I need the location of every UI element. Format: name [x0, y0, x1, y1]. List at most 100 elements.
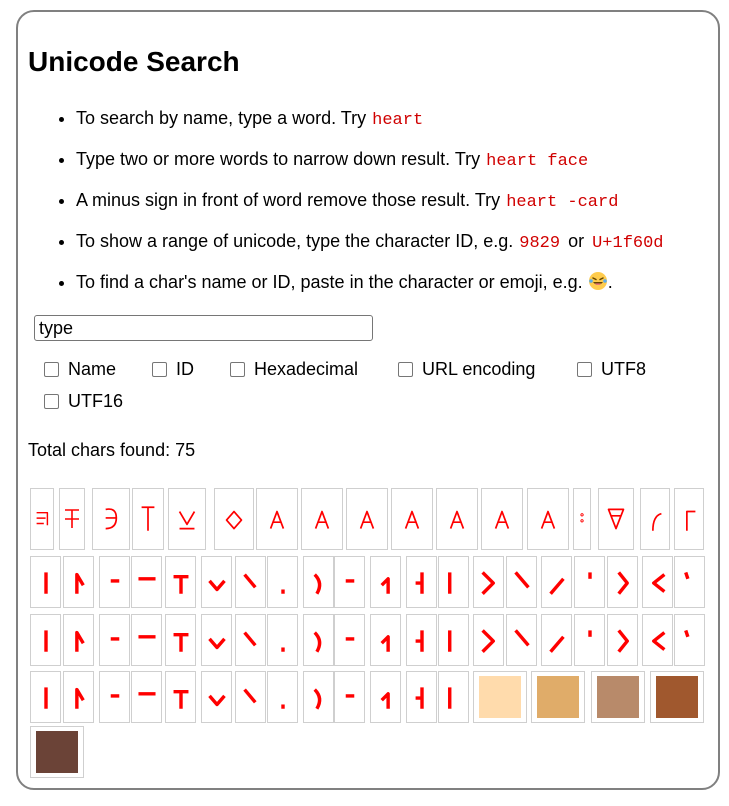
skin-tone-swatch[interactable]	[531, 671, 585, 723]
skin-tone-color	[36, 731, 78, 773]
character-cell[interactable]	[30, 556, 61, 608]
character-cell[interactable]	[168, 488, 206, 550]
name-checkbox[interactable]	[44, 361, 59, 377]
glyph-icon	[415, 687, 424, 709]
character-cell[interactable]	[574, 614, 605, 666]
character-cell[interactable]	[334, 671, 365, 723]
skin-tone-swatch[interactable]	[473, 671, 527, 723]
character-cell[interactable]	[131, 556, 162, 608]
character-cell[interactable]	[301, 488, 343, 550]
character-cell[interactable]	[132, 488, 164, 550]
glyph-icon	[449, 510, 465, 529]
character-cell[interactable]	[642, 614, 673, 666]
character-cell[interactable]	[131, 614, 162, 666]
character-cell[interactable]	[303, 556, 334, 608]
character-cell[interactable]	[506, 614, 537, 666]
option-name[interactable]: Name	[44, 355, 116, 383]
character-cell[interactable]	[267, 614, 298, 666]
character-cell[interactable]	[201, 556, 232, 608]
character-cell[interactable]	[642, 556, 673, 608]
character-cell[interactable]	[370, 614, 401, 666]
character-cell[interactable]	[506, 556, 537, 608]
character-cell[interactable]	[438, 556, 469, 608]
utf8-checkbox[interactable]	[577, 361, 592, 377]
skin-tone-swatch[interactable]	[30, 726, 84, 778]
character-cell[interactable]	[607, 614, 638, 666]
character-cell[interactable]	[303, 671, 334, 723]
character-cell[interactable]	[165, 556, 196, 608]
character-cell[interactable]	[674, 556, 705, 608]
character-cell[interactable]	[406, 556, 437, 608]
character-cell[interactable]	[201, 614, 232, 666]
option-id[interactable]: ID	[152, 355, 194, 383]
search-input[interactable]	[34, 315, 373, 341]
option-utf16[interactable]: UTF16	[44, 387, 123, 415]
glyph-icon	[683, 629, 689, 638]
glyph-icon	[173, 574, 188, 594]
character-cell[interactable]	[370, 556, 401, 608]
character-cell[interactable]	[598, 488, 634, 550]
character-cell[interactable]	[201, 671, 232, 723]
hexadecimal-checkbox[interactable]	[230, 361, 245, 377]
character-cell[interactable]	[527, 488, 569, 550]
character-cell[interactable]	[256, 488, 298, 550]
character-cell[interactable]	[346, 488, 388, 550]
character-cell[interactable]	[406, 671, 437, 723]
character-cell[interactable]	[63, 556, 94, 608]
character-cell[interactable]	[235, 671, 266, 723]
character-cell[interactable]	[607, 556, 638, 608]
character-cell[interactable]	[406, 614, 437, 666]
skin-tone-swatch[interactable]	[650, 671, 704, 723]
glyph-icon	[312, 688, 321, 710]
character-cell[interactable]	[541, 614, 572, 666]
character-cell[interactable]	[99, 556, 130, 608]
character-cell[interactable]	[438, 614, 469, 666]
character-cell[interactable]	[481, 488, 523, 550]
character-cell[interactable]	[235, 556, 266, 608]
character-cell[interactable]	[674, 488, 704, 550]
character-cell[interactable]	[235, 614, 266, 666]
character-cell[interactable]	[574, 556, 605, 608]
character-cell[interactable]	[30, 488, 54, 550]
character-cell[interactable]	[99, 671, 130, 723]
character-cell[interactable]	[267, 671, 298, 723]
character-cell[interactable]	[165, 614, 196, 666]
skin-tone-swatch[interactable]	[591, 671, 645, 723]
character-cell[interactable]	[438, 671, 469, 723]
character-cell[interactable]	[30, 671, 61, 723]
character-cell[interactable]	[92, 488, 130, 550]
id-checkbox[interactable]	[152, 361, 167, 377]
glyph-icon	[280, 589, 285, 594]
glyph-icon	[65, 509, 79, 528]
character-cell[interactable]	[214, 488, 254, 550]
character-cell[interactable]	[436, 488, 478, 550]
character-cell[interactable]	[640, 488, 670, 550]
glyph-icon	[312, 631, 321, 653]
character-cell[interactable]	[165, 671, 196, 723]
character-cell[interactable]	[473, 614, 504, 666]
character-cell[interactable]	[573, 488, 591, 550]
character-cell[interactable]	[99, 614, 130, 666]
url-encoding-checkbox[interactable]	[398, 361, 413, 377]
option-url-encoding[interactable]: URL encoding	[398, 355, 535, 383]
tip-text: To find a char's name or ID, paste in th…	[76, 272, 583, 292]
character-cell[interactable]	[674, 614, 705, 666]
character-cell[interactable]	[30, 614, 61, 666]
character-cell[interactable]	[370, 671, 401, 723]
character-cell[interactable]	[63, 671, 94, 723]
character-cell[interactable]	[473, 556, 504, 608]
utf16-checkbox[interactable]	[44, 393, 59, 409]
character-cell[interactable]	[131, 671, 162, 723]
character-cell[interactable]	[59, 488, 85, 550]
glyph-icon	[683, 571, 689, 580]
option-hexadecimal[interactable]: Hexadecimal	[230, 355, 358, 383]
glyph-icon	[74, 630, 85, 652]
character-cell[interactable]	[541, 556, 572, 608]
character-cell[interactable]	[63, 614, 94, 666]
character-cell[interactable]	[303, 614, 334, 666]
character-cell[interactable]	[391, 488, 433, 550]
character-cell[interactable]	[334, 556, 365, 608]
option-utf8[interactable]: UTF8	[577, 355, 646, 383]
character-cell[interactable]	[267, 556, 298, 608]
character-cell[interactable]	[334, 614, 365, 666]
